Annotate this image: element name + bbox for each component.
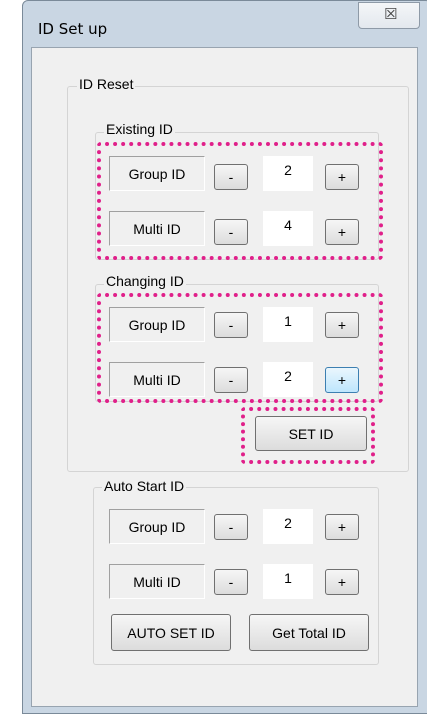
changing-multi-minus-button[interactable]: - [214,367,248,393]
existing-multi-id-value[interactable]: 4 [263,211,313,246]
id-reset-label: ID Reset [77,76,136,92]
existing-group-id-value[interactable]: 2 [263,156,313,191]
auto-group-plus-button[interactable]: + [325,514,359,540]
auto-group-id-value[interactable]: 2 [263,509,313,544]
changing-group-id-label: Group ID [109,307,205,342]
close-button[interactable]: ☒ [358,2,420,29]
auto-multi-minus-button[interactable]: - [214,569,248,595]
changing-multi-id-label: Multi ID [109,362,205,397]
close-icon: ☒ [384,5,398,23]
changing-group-plus-button[interactable]: + [325,312,359,338]
existing-group-minus-button[interactable]: - [214,164,248,190]
auto-group-minus-button[interactable]: - [214,514,248,540]
auto-multi-id-value[interactable]: 1 [263,564,313,599]
changing-group-minus-button[interactable]: - [214,312,248,338]
auto-set-id-button[interactable]: AUTO SET ID [111,614,231,651]
auto-multi-plus-button[interactable]: + [325,569,359,595]
changing-multi-plus-button[interactable]: + [325,367,359,393]
existing-id-label: Existing ID [104,121,175,137]
changing-group-id-value[interactable]: 1 [263,307,313,342]
auto-group-id-label: Group ID [109,509,205,544]
changing-multi-id-value[interactable]: 2 [263,362,313,397]
existing-multi-plus-button[interactable]: + [325,219,359,245]
set-id-button[interactable]: SET ID [255,416,367,451]
get-total-id-button[interactable]: Get Total ID [249,614,369,651]
window-title: ID Set up [38,20,108,38]
existing-group-plus-button[interactable]: + [325,164,359,190]
auto-multi-id-label: Multi ID [109,564,205,599]
existing-group-id-label: Group ID [109,156,205,191]
existing-multi-minus-button[interactable]: - [214,219,248,245]
changing-id-label: Changing ID [104,273,186,289]
existing-multi-id-label: Multi ID [109,211,205,246]
auto-start-id-label: Auto Start ID [102,478,187,494]
